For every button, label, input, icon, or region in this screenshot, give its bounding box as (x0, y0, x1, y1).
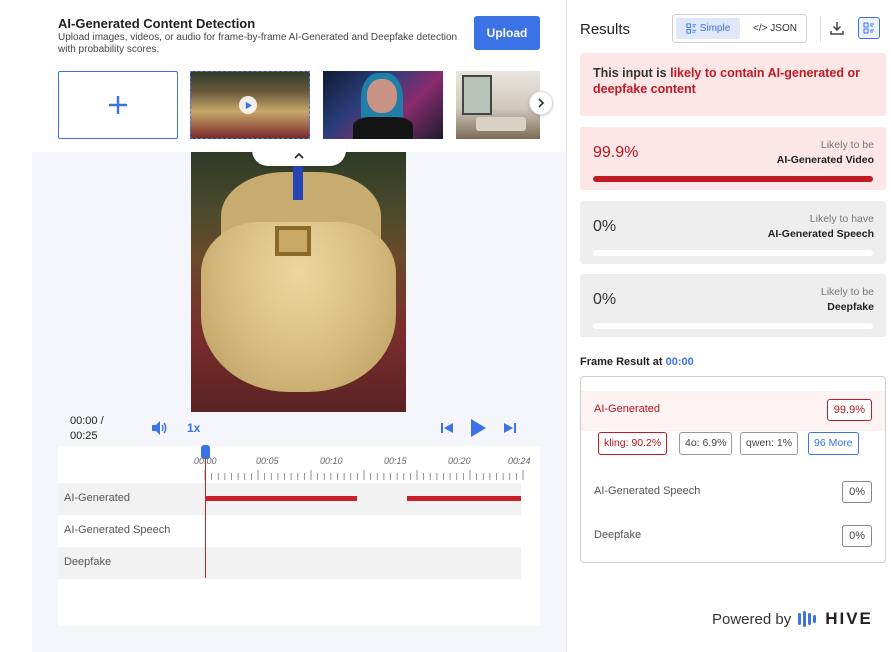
plus-icon (109, 96, 127, 114)
playback-speed-button[interactable]: 1x (187, 421, 200, 435)
volume-icon[interactable] (150, 420, 168, 436)
verdict-prefix: This input is (593, 66, 671, 80)
simple-view-tab[interactable]: Simple (676, 18, 740, 39)
page-title: AI-Generated Content Detection (58, 16, 256, 31)
results-title: Results (580, 21, 631, 38)
time-current: 00:00 / (70, 415, 104, 427)
image-thumbnail-interior[interactable] (456, 71, 540, 139)
track-ai-generated-speech: AI-Generated Speech (58, 515, 521, 547)
play-icon (239, 96, 257, 114)
download-icon[interactable] (829, 20, 845, 36)
frame-row-value: 99.9% (826, 399, 872, 421)
model-chip[interactable]: 4o: 6.9% (679, 432, 733, 455)
score-category: Deepfake (827, 301, 874, 313)
playhead-line (205, 458, 206, 578)
frame-result-box: AI-Generated 99.9% kling: 90.2% 4o: 6.9%… (580, 376, 886, 563)
next-frame-icon[interactable] (502, 420, 518, 436)
frame-row-name: Deepfake (594, 529, 642, 541)
detection-segment[interactable] (205, 496, 357, 501)
tick-label: 00:20 (448, 456, 471, 466)
frame-row-value: 0% (842, 481, 872, 503)
gallery-next-button[interactable] (529, 91, 553, 115)
hive-logo-icon (798, 611, 817, 627)
layout-icon (863, 22, 874, 34)
hive-wordmark: HIVE (825, 609, 873, 628)
tick-label: 00:05 (256, 456, 279, 466)
timeline-ruler[interactable]: 00:00 00:05 00:10 00:15 00:20 00:24 (194, 456, 531, 482)
image-thumbnail-cyber-woman[interactable] (323, 71, 443, 139)
score-bar-fill (593, 176, 873, 182)
page-subtitle: Upload images, videos, or audio for fram… (58, 32, 458, 55)
frame-result-time[interactable]: 00:00 (666, 356, 694, 368)
powered-by: Powered by HIVE (712, 609, 873, 629)
score-card-ai-video: 99.9% Likely to be AI-Generated Video (580, 127, 886, 190)
simple-view-label: Simple (699, 23, 731, 34)
play-icon[interactable] (468, 417, 488, 439)
track-label: AI-Generated Speech (64, 524, 171, 536)
playhead-handle[interactable] (201, 445, 210, 459)
tick-marks (204, 470, 524, 480)
frame-row-ai-generated: AI-Generated 99.9% (581, 391, 885, 431)
score-percent: 99.9% (593, 144, 639, 161)
score-caption: Likely to be (820, 286, 874, 298)
collapse-gallery-button[interactable] (252, 146, 346, 166)
score-card-ai-speech: 0% Likely to have AI-Generated Speech (580, 201, 886, 264)
tick-label: 00:15 (384, 456, 407, 466)
track-label: AI-Generated (64, 492, 131, 504)
score-caption: Likely to have (809, 213, 874, 225)
score-category: AI-Generated Video (776, 154, 874, 166)
time-readout: 00:00 / 00:25 (70, 414, 130, 444)
score-bar (593, 323, 873, 329)
chevron-right-icon (538, 98, 545, 108)
score-bar (593, 250, 873, 256)
upload-panel: AI-Generated Content Detection Upload im… (0, 0, 566, 652)
player-controls: 00:00 / 00:25 1x (58, 412, 540, 446)
more-models-chip[interactable]: 96 More (808, 432, 859, 455)
track-label: Deepfake (64, 556, 112, 568)
divider (820, 16, 821, 42)
score-percent: 0% (593, 291, 617, 308)
frame-result-text: Frame Result at (580, 356, 666, 368)
frame-row-name: AI-Generated (594, 403, 661, 415)
score-bar (593, 176, 873, 182)
track-deepfake: Deepfake (58, 547, 521, 579)
frame-result-label: Frame Result at 00:00 (580, 356, 694, 368)
json-view-label: </> JSON (753, 23, 797, 34)
upload-button[interactable]: Upload (474, 16, 540, 50)
tick-label: 00:10 (320, 456, 343, 466)
score-card-deepfake: 0% Likely to be Deepfake (580, 274, 886, 337)
frame-row-name: AI-Generated Speech (594, 485, 701, 497)
score-caption: Likely to be (820, 139, 874, 151)
score-percent: 0% (593, 218, 617, 235)
model-chip[interactable]: kling: 90.2% (598, 432, 668, 455)
results-panel: Results Simple </> JSON This input is li… (566, 0, 891, 652)
time-total: 00:25 (70, 430, 98, 442)
frame-row-value: 0% (842, 525, 872, 547)
powered-by-text: Powered by (712, 610, 792, 628)
video-thumbnail-gown[interactable] (190, 71, 310, 139)
view-toggle: Simple </> JSON (672, 14, 807, 43)
verdict-banner: This input is likely to contain AI-gener… (580, 53, 886, 116)
tick-label: 00:24 (508, 456, 531, 466)
previous-frame-icon[interactable] (439, 420, 455, 436)
layout-toggle-button[interactable] (858, 17, 880, 39)
json-view-tab[interactable]: </> JSON (745, 18, 805, 39)
chevron-up-icon (294, 152, 304, 159)
video-player: 00:00 / 00:25 1x 00:05 00:10 00:15 00:20… (58, 412, 540, 626)
list-icon (686, 23, 696, 34)
track-ai-generated: AI-Generated (58, 483, 521, 515)
video-preview[interactable] (191, 152, 406, 412)
model-chip[interactable]: qwen: 1% (740, 432, 799, 455)
add-media-tile[interactable] (58, 71, 178, 139)
detection-segment[interactable] (407, 496, 521, 501)
score-category: AI-Generated Speech (767, 228, 874, 240)
